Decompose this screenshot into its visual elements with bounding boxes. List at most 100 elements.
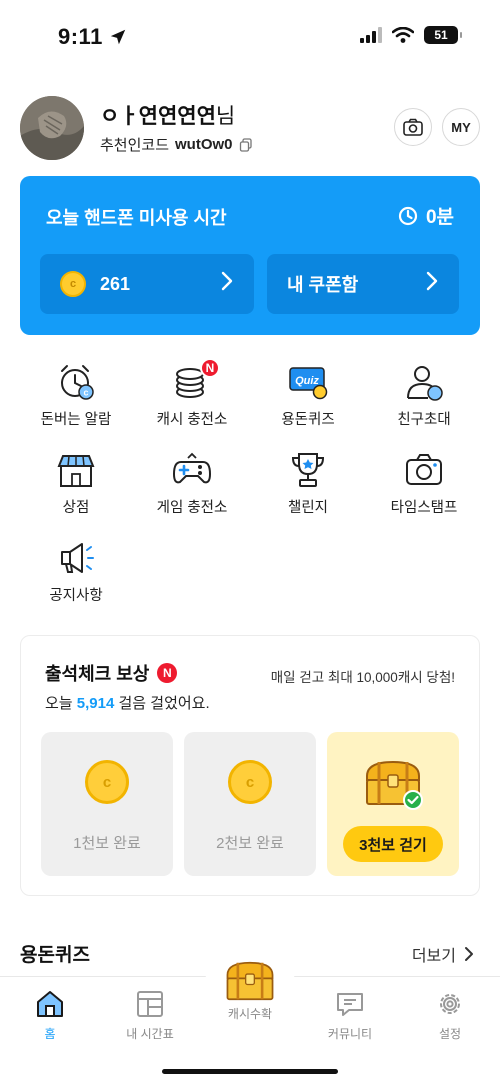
phone-usage-card: 오늘 핸드폰 미사용 시간 0분 c 261 내 쿠폰함 [20,176,480,335]
camera-icon [403,118,423,136]
nav-home[interactable]: 홈 [0,989,100,1042]
coupon-box-button[interactable]: 내 쿠폰함 [267,254,459,314]
usage-title: 오늘 핸드폰 미사용 시간 [46,208,227,228]
menu-item-alarm[interactable]: c 돈버는 알람 [18,362,134,442]
more-link[interactable]: 더보기 [412,942,474,966]
menu-label: 돈버는 알람 [40,412,112,428]
menu-item-notice[interactable]: 공지사항 [18,538,134,618]
avatar-image [20,96,84,160]
trophy-icon [288,450,328,490]
nav-cash-harvest[interactable]: 캐시수확 [200,957,300,1022]
menu-label: 용돈퀴즈 [281,412,335,428]
nav-label: 설정 [438,1027,462,1041]
menu-label: 타임스탬프 [390,500,458,516]
chat-bubble-icon [337,993,363,1016]
chevron-right-icon [220,271,234,297]
battery-indicator: 51 [424,26,462,44]
coin-icon: c [85,760,129,804]
nav-label: 커뮤니티 [327,1027,373,1041]
store-icon [56,450,96,490]
usage-time: 0분 [398,202,454,229]
nav-community[interactable]: 커뮤니티 [300,989,400,1042]
home-icon [37,991,63,1017]
copy-icon[interactable] [239,137,253,152]
menu-item-timestamp[interactable]: 타임스탬프 [366,450,482,530]
reward-label: 2천보 완료 [216,835,284,852]
quiz-icon: Quiz [288,362,328,402]
signal-icon [360,27,382,43]
chevron-right-icon [465,947,473,961]
referral-label: 추천인코드 [100,137,170,154]
attendance-title: 출석체크 보상 N [45,660,178,686]
megaphone-icon [56,538,96,578]
nav-settings[interactable]: 설정 [400,989,500,1042]
gamepad-icon [172,450,212,490]
profile-header: ㅇㅏ연연연연님 추천인코드 wutOw0 MY [20,96,480,160]
menu-label: 캐시 충전소 [156,412,228,428]
status-icons: 51 [360,26,462,44]
treasure-chest-icon [363,756,423,810]
reward-1000-steps: c 1천보 완료 [41,732,173,876]
menu-label: 친구초대 [397,412,451,428]
svg-text:c: c [83,388,88,398]
status-bar: 9:11 51 [0,0,500,74]
nav-label: 홈 [44,1027,56,1041]
chevron-right-icon [425,271,439,297]
clock-icon [398,206,418,225]
timetable-icon [137,991,163,1017]
user-name: ㅇㅏ연연연연님 [100,100,235,130]
new-badge: N [200,358,220,378]
more-label: 더보기 [411,948,456,965]
menu-item-quiz[interactable]: Quiz 용돈퀴즈 [250,362,366,442]
steps-prefix: 오늘 [45,695,73,712]
user-name-suffix: 님 [215,105,236,128]
steps-summary: 오늘 5,914 걸음 걸었어요. [45,692,210,713]
coin-icon: c [60,271,86,297]
menu-item-invite[interactable]: 친구초대 [366,362,482,442]
home-indicator[interactable] [162,1069,338,1074]
menu-label: 공지사항 [49,588,103,604]
my-page-button[interactable]: MY [442,108,480,146]
location-arrow-icon [110,29,126,45]
reward-3000-steps[interactable]: 3천보 걷기 [327,732,459,876]
cash-amount: 261 [100,273,131,294]
attendance-card: 출석체크 보상 N 매일 걷고 최대 10,000캐시 당첨! 오늘 5,914… [20,635,480,896]
wifi-icon [392,27,414,43]
cash-balance-button[interactable]: c 261 [40,254,254,314]
nav-timetable[interactable]: 내 시간표 [100,989,200,1042]
nav-label: 캐시수확 [227,1007,273,1021]
attendance-title-text: 출석체크 보상 [45,664,150,684]
steps-suffix: 걸음 걸었어요. [118,695,210,712]
camera-button[interactable] [394,108,432,146]
quiz-section-title: 용돈퀴즈 [20,945,90,966]
walk-3000-steps-button[interactable]: 3천보 걷기 [343,826,443,862]
menu-item-game-station[interactable]: 게임 충전소 [134,450,250,530]
menu-item-cash-station[interactable]: N 캐시 충전소 [134,358,250,442]
bottom-navigation: 홈 내 시간표 캐시수확 커뮤니티 설정 [0,943,500,1084]
usage-time-value: 0분 [425,207,454,228]
status-time-text: 9:11 [58,24,103,49]
coin-stack-icon: N [172,358,220,402]
menu-label: 게임 충전소 [156,500,228,516]
new-badge: N [157,663,178,683]
referral-code-row[interactable]: 추천인코드 wutOw0 [100,134,253,155]
menu-label: 상점 [62,500,90,516]
user-name-text: ㅇㅏ연연연연 [100,105,216,128]
status-time: 9:11 [58,24,127,50]
menu-item-challenge[interactable]: 챌린지 [250,450,366,530]
coupon-label: 내 쿠폰함 [287,275,359,295]
nav-label: 내 시간표 [126,1027,174,1041]
menu-item-store[interactable]: 상점 [18,450,134,530]
steps-count: 5,914 [76,695,115,712]
coin-icon: c [228,760,272,804]
avatar[interactable] [20,96,84,160]
attendance-promo: 매일 걷고 최대 10,000캐시 당첨! [270,670,455,685]
quiz-icon-text: Quiz [295,375,319,387]
treasure-chest-icon [226,961,274,1001]
gear-icon [440,994,460,1014]
reward-2000-steps: c 2천보 완료 [184,732,316,876]
referral-code: wutOw0 [175,136,233,153]
alarm-clock-icon: c [56,362,96,402]
menu-label: 챌린지 [287,500,329,516]
reward-label: 1천보 완료 [73,835,141,852]
